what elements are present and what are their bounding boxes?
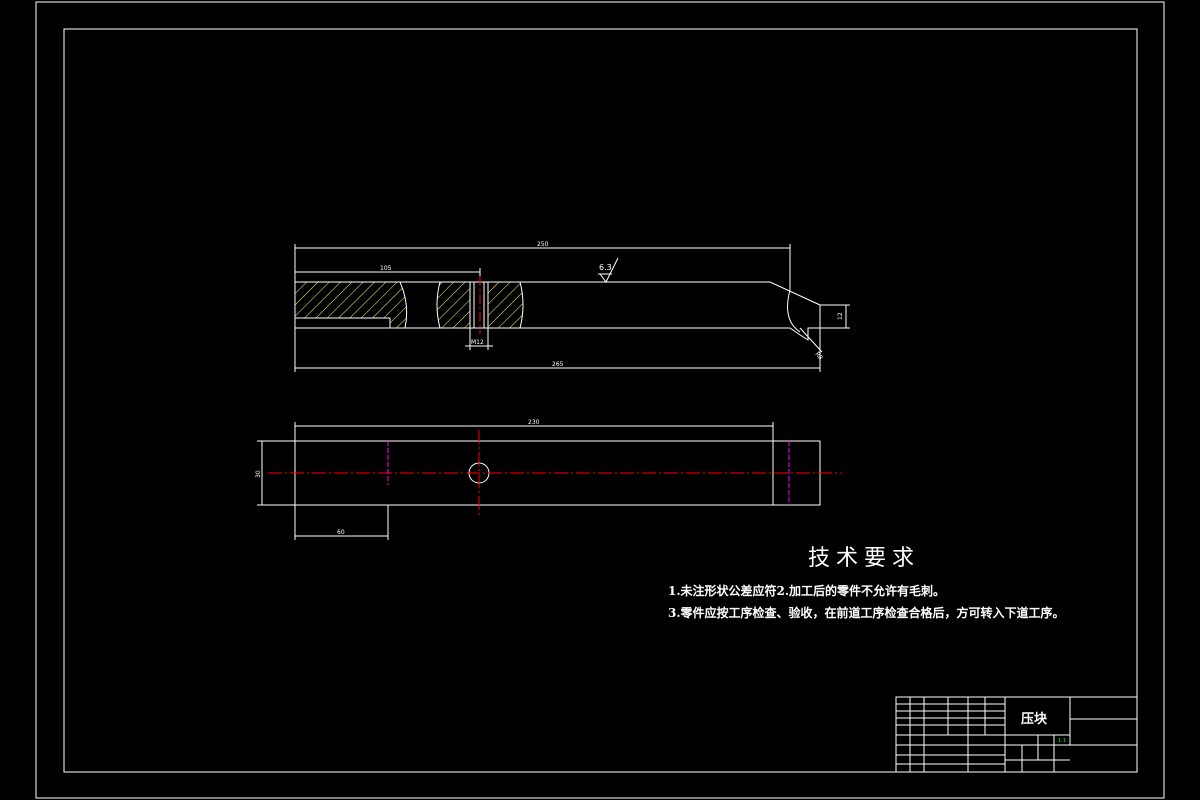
dim-265-text: 265 [552,361,564,368]
title-block [895,696,1138,773]
drawing-canvas: 250 105 265 M12 12 R8 6.3 230 30 60 1:1 [35,1,1165,799]
dim-r8-text: R8 [813,351,824,362]
dim-250-text: 250 [537,241,549,248]
hatch-middle-left [436,281,471,329]
sheet-inner-border [63,28,1138,773]
front-view [294,244,850,372]
dim-60-text: 60 [337,529,345,536]
title-block-scale: 1:1 [1058,738,1066,744]
top-view [257,422,821,540]
roughness-text: 6.3 [599,263,612,272]
dim-105-text: 105 [380,265,392,272]
dim-m12-text: M12 [471,339,484,346]
dim-12-text: 12 [837,312,844,320]
dim-r8-leader [799,327,823,353]
tip-arc [787,289,801,333]
hatch-left [294,281,408,329]
dim-30-text: 30 [255,470,262,478]
hatch-middle-right [487,281,524,329]
dim-230-text: 230 [528,419,540,426]
sheet-outer-border [35,1,1165,799]
